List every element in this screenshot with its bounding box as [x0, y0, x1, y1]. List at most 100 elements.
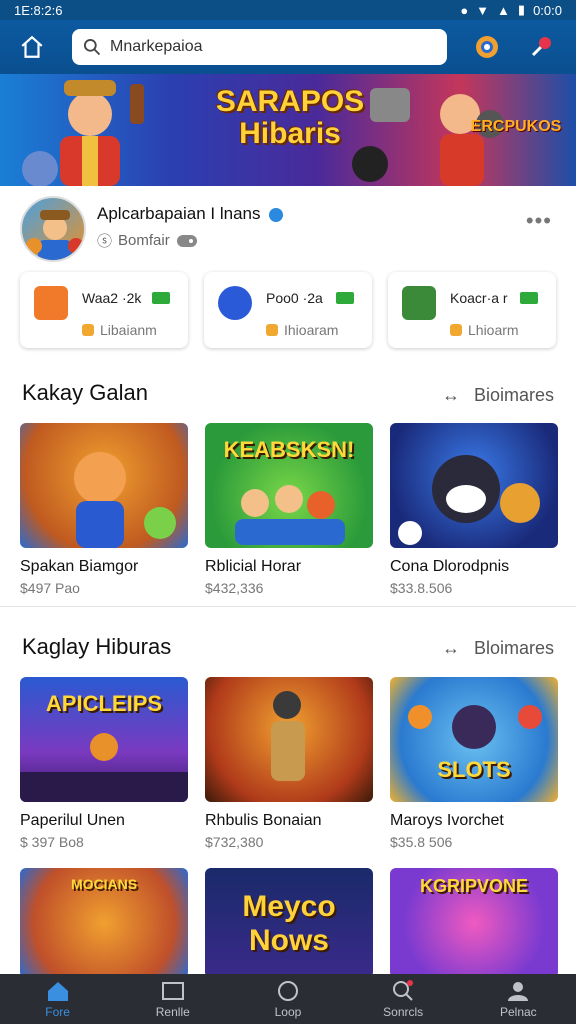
profile-name[interactable]: Aplcarbapaian I lnans — [97, 204, 284, 224]
game-card[interactable]: Meyco Nows — [205, 868, 373, 978]
game-thumbnail — [20, 423, 188, 548]
app-icon — [34, 286, 68, 320]
profile-name-text: Aplcarbapaian I lnans — [97, 204, 261, 223]
nav-item-library[interactable]: Renlle — [123, 979, 223, 1019]
banner-subtitle: ERCPUKOS — [470, 118, 562, 135]
nav-label: Fore — [45, 1005, 70, 1019]
avatar-art — [26, 210, 84, 260]
see-more-text: Bioimares — [473, 385, 554, 405]
stat-card[interactable]: Koacr·a r Lhioarm — [388, 272, 556, 348]
status-icons: ● ▼ ▲ ▮ 0:0:0 — [460, 2, 562, 18]
game-grid: MOCIANS Meyco Nows KGRIPVONE — [20, 868, 558, 978]
status-time: 1E:8:2:6 — [14, 2, 63, 18]
game-grid: Spakan Biamgor $497 Pao KEABSKSN! Rblici… — [20, 423, 558, 596]
gamepad-small-icon — [176, 234, 197, 247]
nav-label: Loop — [274, 1005, 302, 1019]
promo-banner[interactable]: SARAPOS Hibaris ERCPUKOS — [0, 74, 576, 186]
arrows-icon: ↔ — [441, 638, 460, 658]
nav-label: Renlle — [155, 1005, 190, 1019]
game-card[interactable]: APICLEIPS Paperilul Unen $ 397 Bo8 — [20, 677, 188, 850]
game-title: Rblicial Horar — [205, 558, 302, 575]
search-bar[interactable] — [72, 29, 447, 65]
stat-card[interactable]: Poo0 ·2a Ihioaram — [204, 272, 372, 348]
game-price: $35.8 506 — [390, 834, 453, 850]
stat-card[interactable]: Waa2 ·2k Libaianm — [20, 272, 188, 348]
game-price: $432,336 — [205, 580, 264, 596]
search-icon — [84, 39, 101, 56]
profile-row: Aplcarbapaian I lnans ⓢ Bomfair ••• — [0, 192, 576, 268]
game-price: $732,380 — [205, 834, 264, 850]
stat-label: Koacr·a r — [450, 290, 508, 306]
section-title: Kakay Galan — [22, 380, 148, 405]
thumbnail-caption: KGRIPVONE — [419, 876, 529, 896]
see-more-link[interactable]: ↔ Bloimares — [442, 638, 554, 659]
nav-item-profile[interactable]: Pelnac — [468, 979, 568, 1019]
arrows-icon: ↔ — [441, 385, 460, 405]
game-thumbnail: Meyco Nows — [205, 868, 373, 978]
badge-icon — [336, 292, 354, 304]
game-card[interactable]: MOCIANS — [20, 868, 188, 978]
library-icon — [161, 982, 184, 1000]
game-title: Paperilul Unen — [20, 812, 125, 829]
game-controller-button[interactable] — [472, 32, 502, 62]
bottom-nav: Fore Renlle Loop Sonrcls Pelnac — [0, 974, 576, 1024]
section-divider — [0, 606, 576, 607]
game-art — [271, 691, 305, 781]
nav-item-loop[interactable]: Loop — [238, 979, 338, 1019]
location-icon: ● — [460, 2, 469, 18]
notifications-button[interactable] — [526, 32, 556, 62]
see-more-link[interactable]: ↔ Bioimares — [442, 385, 554, 406]
stat-sub: Ihioaram — [266, 322, 338, 338]
info-icon: ⓢ — [97, 233, 113, 250]
stat-sub: Libaianm — [82, 322, 157, 338]
game-grid: APICLEIPS Paperilul Unen $ 397 Bo8 Rhbul… — [20, 677, 558, 850]
thumbnail-caption: APICLEIPS — [45, 691, 163, 716]
circle-icon — [277, 981, 298, 1001]
game-price: $33.8.506 — [390, 580, 453, 596]
profile-meta-text: Bomfair — [118, 232, 170, 249]
game-thumbnail: KEABSKSN! — [205, 423, 373, 548]
more-options-icon[interactable]: ••• — [526, 208, 552, 234]
nav-item-home[interactable]: Fore — [8, 979, 108, 1019]
game-card[interactable]: Spakan Biamgor $497 Pao — [20, 423, 188, 596]
home-icon — [21, 35, 43, 58]
game-price: $497 Pao — [20, 580, 80, 596]
game-card[interactable]: Rhbulis Bonaian $732,380 — [205, 677, 373, 850]
stats-row: Waa2 ·2k Libaianm Poo0 ·2a Ihioaram Koac… — [20, 272, 556, 350]
gamepad-icon — [476, 36, 498, 58]
signal-icon: ▲ — [497, 2, 510, 18]
game-card[interactable]: KEABSKSN! Rblicial Horar $432,336 — [205, 423, 373, 596]
see-more-text: Bloimares — [473, 638, 554, 658]
game-card[interactable]: SLOTS Maroys Ivorchet $35.8 506 — [390, 677, 558, 850]
game-art — [20, 733, 188, 802]
search-input[interactable] — [110, 38, 430, 56]
top-bar — [0, 20, 576, 74]
thumbnail-caption: KEABSKSN! — [223, 437, 355, 462]
nav-label: Pelnac — [499, 1005, 537, 1019]
game-title: Cona Dlorodpnis — [390, 558, 510, 575]
game-title: Maroys Ivorchet — [390, 812, 504, 829]
badge-icon — [520, 292, 538, 304]
section-title: Kaglay Hiburas — [22, 634, 172, 659]
app-icon — [218, 286, 252, 320]
game-card[interactable]: KGRIPVONE — [390, 868, 558, 978]
game-art — [235, 485, 345, 545]
status-right-text: 0:0:0 — [533, 2, 562, 18]
home-button[interactable] — [0, 20, 64, 74]
game-thumbnail: MOCIANS — [20, 868, 188, 978]
nav-item-search[interactable]: Sonrcls — [353, 979, 453, 1019]
game-card[interactable]: Cona Dlorodpnis $33.8.506 — [390, 423, 558, 596]
thumbnail-caption: MOCIANS — [70, 876, 138, 892]
stat-label: Poo0 ·2a — [266, 290, 323, 306]
game-thumbnail: SLOTS — [390, 677, 558, 802]
home-icon — [47, 982, 68, 1001]
verified-icon — [269, 207, 284, 222]
game-thumbnail: APICLEIPS — [20, 677, 188, 802]
avatar[interactable] — [20, 196, 86, 262]
character-art — [22, 80, 144, 186]
search-icon — [393, 980, 414, 1001]
game-thumbnail: KGRIPVONE — [390, 868, 558, 978]
profile-icon — [508, 982, 529, 1001]
thumbnail-caption: SLOTS — [437, 757, 511, 782]
badge-icon — [152, 292, 170, 304]
